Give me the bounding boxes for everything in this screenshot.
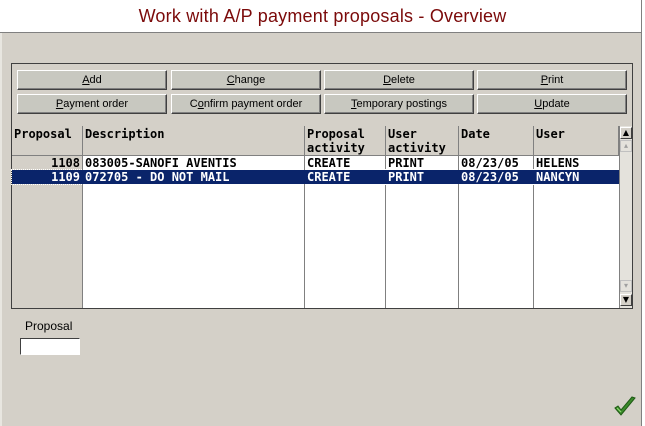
title-bar: Work with A/P payment proposals - Overvi…: [0, 0, 645, 33]
column-header-date[interactable]: Date: [459, 126, 534, 156]
cell-user-activity: PRINT: [388, 170, 425, 184]
button-label: Temporary postings: [351, 98, 447, 110]
button-label: Add: [82, 74, 102, 86]
column-header-user[interactable]: User: [534, 126, 619, 156]
left-border: [0, 33, 2, 426]
table-row[interactable]: 1108 083005-SANOFI AVENTIS CREATE PRINT 08/2…: [12, 156, 619, 170]
button-label: Update: [534, 98, 570, 110]
cell-description: 072705 - DO NOT MAIL: [85, 170, 230, 184]
button-label: Change: [226, 74, 266, 86]
temporary-postings-button[interactable]: Temporary postings: [324, 94, 474, 114]
column-header-description[interactable]: Description: [83, 126, 305, 156]
scroll-top-icon[interactable]: ▲: [620, 127, 632, 139]
cell-proposal: 1108: [51, 156, 80, 170]
button-label: Print: [540, 74, 564, 86]
scroll-bottom-icon[interactable]: ▼: [620, 294, 632, 306]
cell-date: 08/23/05: [461, 156, 519, 170]
checkmark-icon[interactable]: [612, 394, 638, 420]
scroll-up-icon[interactable]: ▴: [620, 140, 632, 152]
right-border: [641, 0, 645, 426]
change-button[interactable]: Change: [171, 70, 321, 90]
payment-order-button[interactable]: Payment order: [17, 94, 167, 114]
cell-proposal: 1109: [51, 170, 80, 184]
cell-date: 08/23/05: [461, 170, 519, 184]
cell-proposal-activity: CREATE: [307, 170, 351, 184]
grid-scrollbar[interactable]: ▲ ▴ ▾ ▼: [619, 126, 632, 308]
print-button[interactable]: Print: [477, 70, 627, 90]
cell-proposal-activity: CREATE: [307, 156, 351, 170]
cell-description: 083005-SANOFI AVENTIS: [85, 156, 237, 170]
cell-user-activity: PRINT: [388, 156, 425, 170]
delete-button[interactable]: Delete: [324, 70, 474, 90]
add-button[interactable]: Add: [17, 70, 167, 90]
cell-user: NANCYN: [536, 170, 580, 184]
button-label: Delete: [383, 74, 415, 86]
button-label: Payment order: [55, 98, 129, 110]
window-title: Work with A/P payment proposals - Overvi…: [138, 5, 507, 26]
proposal-field-label: Proposal: [25, 319, 73, 333]
column-header-proposal[interactable]: Proposal: [12, 126, 83, 156]
scroll-down-icon[interactable]: ▾: [620, 280, 632, 292]
column-header-user-activity[interactable]: User activity: [386, 126, 459, 156]
column-header-proposal-activity[interactable]: Proposal activity: [305, 126, 386, 156]
cell-user: HELENS: [536, 156, 580, 170]
confirm-payment-order-button[interactable]: Confirm payment order: [171, 94, 321, 114]
table-row[interactable]: 1109 072705 - DO NOT MAIL CREATE PRINT 08/23…: [11, 169, 620, 185]
proposals-grid[interactable]: Proposal Description Proposal activity U…: [11, 126, 620, 308]
proposal-input[interactable]: [20, 338, 80, 355]
update-button[interactable]: Update: [477, 94, 627, 114]
button-label: Confirm payment order: [189, 98, 303, 110]
